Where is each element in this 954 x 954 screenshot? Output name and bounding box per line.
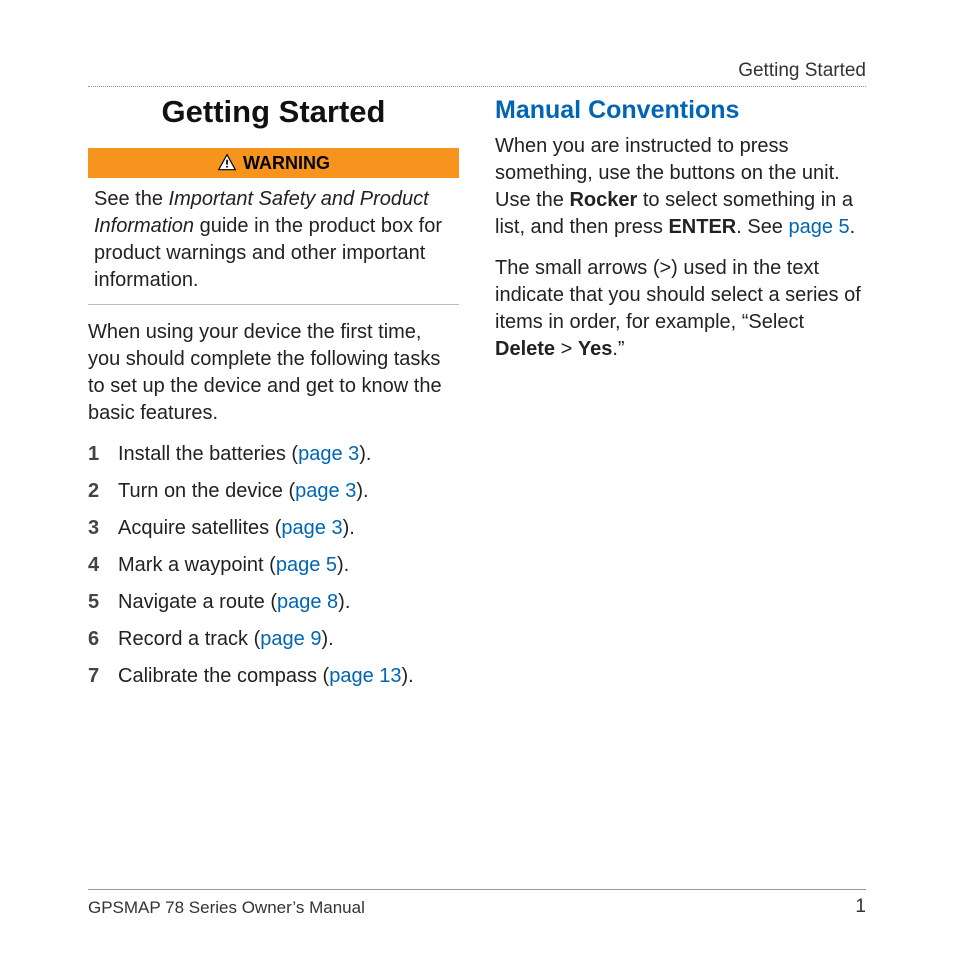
page-link[interactable]: page 3	[298, 443, 359, 465]
section-heading: Manual Conventions	[495, 96, 866, 125]
warning-bar: WARNING	[88, 148, 459, 178]
step-text: Install the batteries (page 3).	[118, 441, 371, 468]
step-number: 7	[88, 663, 118, 690]
bold-term: Rocker	[569, 189, 637, 211]
page-link[interactable]: page 3	[281, 517, 342, 539]
page-link[interactable]: page 13	[329, 665, 401, 687]
step-number: 6	[88, 626, 118, 653]
page-link[interactable]: page 5	[276, 554, 337, 576]
step-number: 5	[88, 589, 118, 616]
warning-text: See the Important Safety and Product Inf…	[88, 178, 459, 305]
step-text: Record a track (page 9).	[118, 626, 334, 653]
right-column: Manual Conventions When you are instruct…	[495, 94, 866, 700]
page-link[interactable]: page 9	[260, 628, 321, 650]
step-number: 2	[88, 478, 118, 505]
footer-rule	[88, 889, 866, 890]
bold-term: Delete	[495, 338, 555, 360]
bold-term: ENTER	[668, 216, 736, 238]
left-column: Getting Started WARNING See the Importan…	[88, 94, 459, 700]
conventions-para-1: When you are instructed to press somethi…	[495, 133, 866, 241]
list-item: 5Navigate a route (page 8).	[88, 589, 459, 616]
warning-box: WARNING See the Important Safety and Pro…	[88, 148, 459, 305]
conventions-para-2: The small arrows (>) used in the text in…	[495, 255, 866, 363]
list-item: 3Acquire satellites (page 3).	[88, 515, 459, 542]
step-text: Acquire satellites (page 3).	[118, 515, 355, 542]
page-link[interactable]: page 5	[789, 216, 850, 238]
step-number: 1	[88, 441, 118, 468]
step-text: Turn on the device (page 3).	[118, 478, 369, 505]
warning-label: WARNING	[243, 153, 330, 174]
warning-triangle-icon	[217, 153, 237, 173]
list-item: 2Turn on the device (page 3).	[88, 478, 459, 505]
steps-list: 1Install the batteries (page 3). 2Turn o…	[88, 441, 459, 690]
page-link[interactable]: page 3	[295, 480, 356, 502]
step-text: Mark a waypoint (page 5).	[118, 552, 349, 579]
step-number: 3	[88, 515, 118, 542]
list-item: 6Record a track (page 9).	[88, 626, 459, 653]
page-title: Getting Started	[88, 94, 459, 130]
running-header: Getting Started	[738, 60, 866, 82]
page-link[interactable]: page 8	[277, 591, 338, 613]
list-item: 1Install the batteries (page 3).	[88, 441, 459, 468]
page-number: 1	[855, 896, 866, 918]
intro-paragraph: When using your device the first time, y…	[88, 319, 459, 427]
step-text: Calibrate the compass (page 13).	[118, 663, 414, 690]
bold-term: Yes	[578, 338, 612, 360]
footer-title: GPSMAP 78 Series Owner’s Manual	[88, 898, 365, 918]
list-item: 4 Mark a waypoint (page 5).	[88, 552, 459, 579]
content-columns: Getting Started WARNING See the Importan…	[88, 94, 866, 700]
header-rule	[88, 86, 866, 87]
list-item: 7Calibrate the compass (page 13).	[88, 663, 459, 690]
warning-text-before: See the	[94, 188, 169, 210]
step-number: 4	[88, 552, 118, 579]
step-text: Navigate a route (page 8).	[118, 589, 350, 616]
